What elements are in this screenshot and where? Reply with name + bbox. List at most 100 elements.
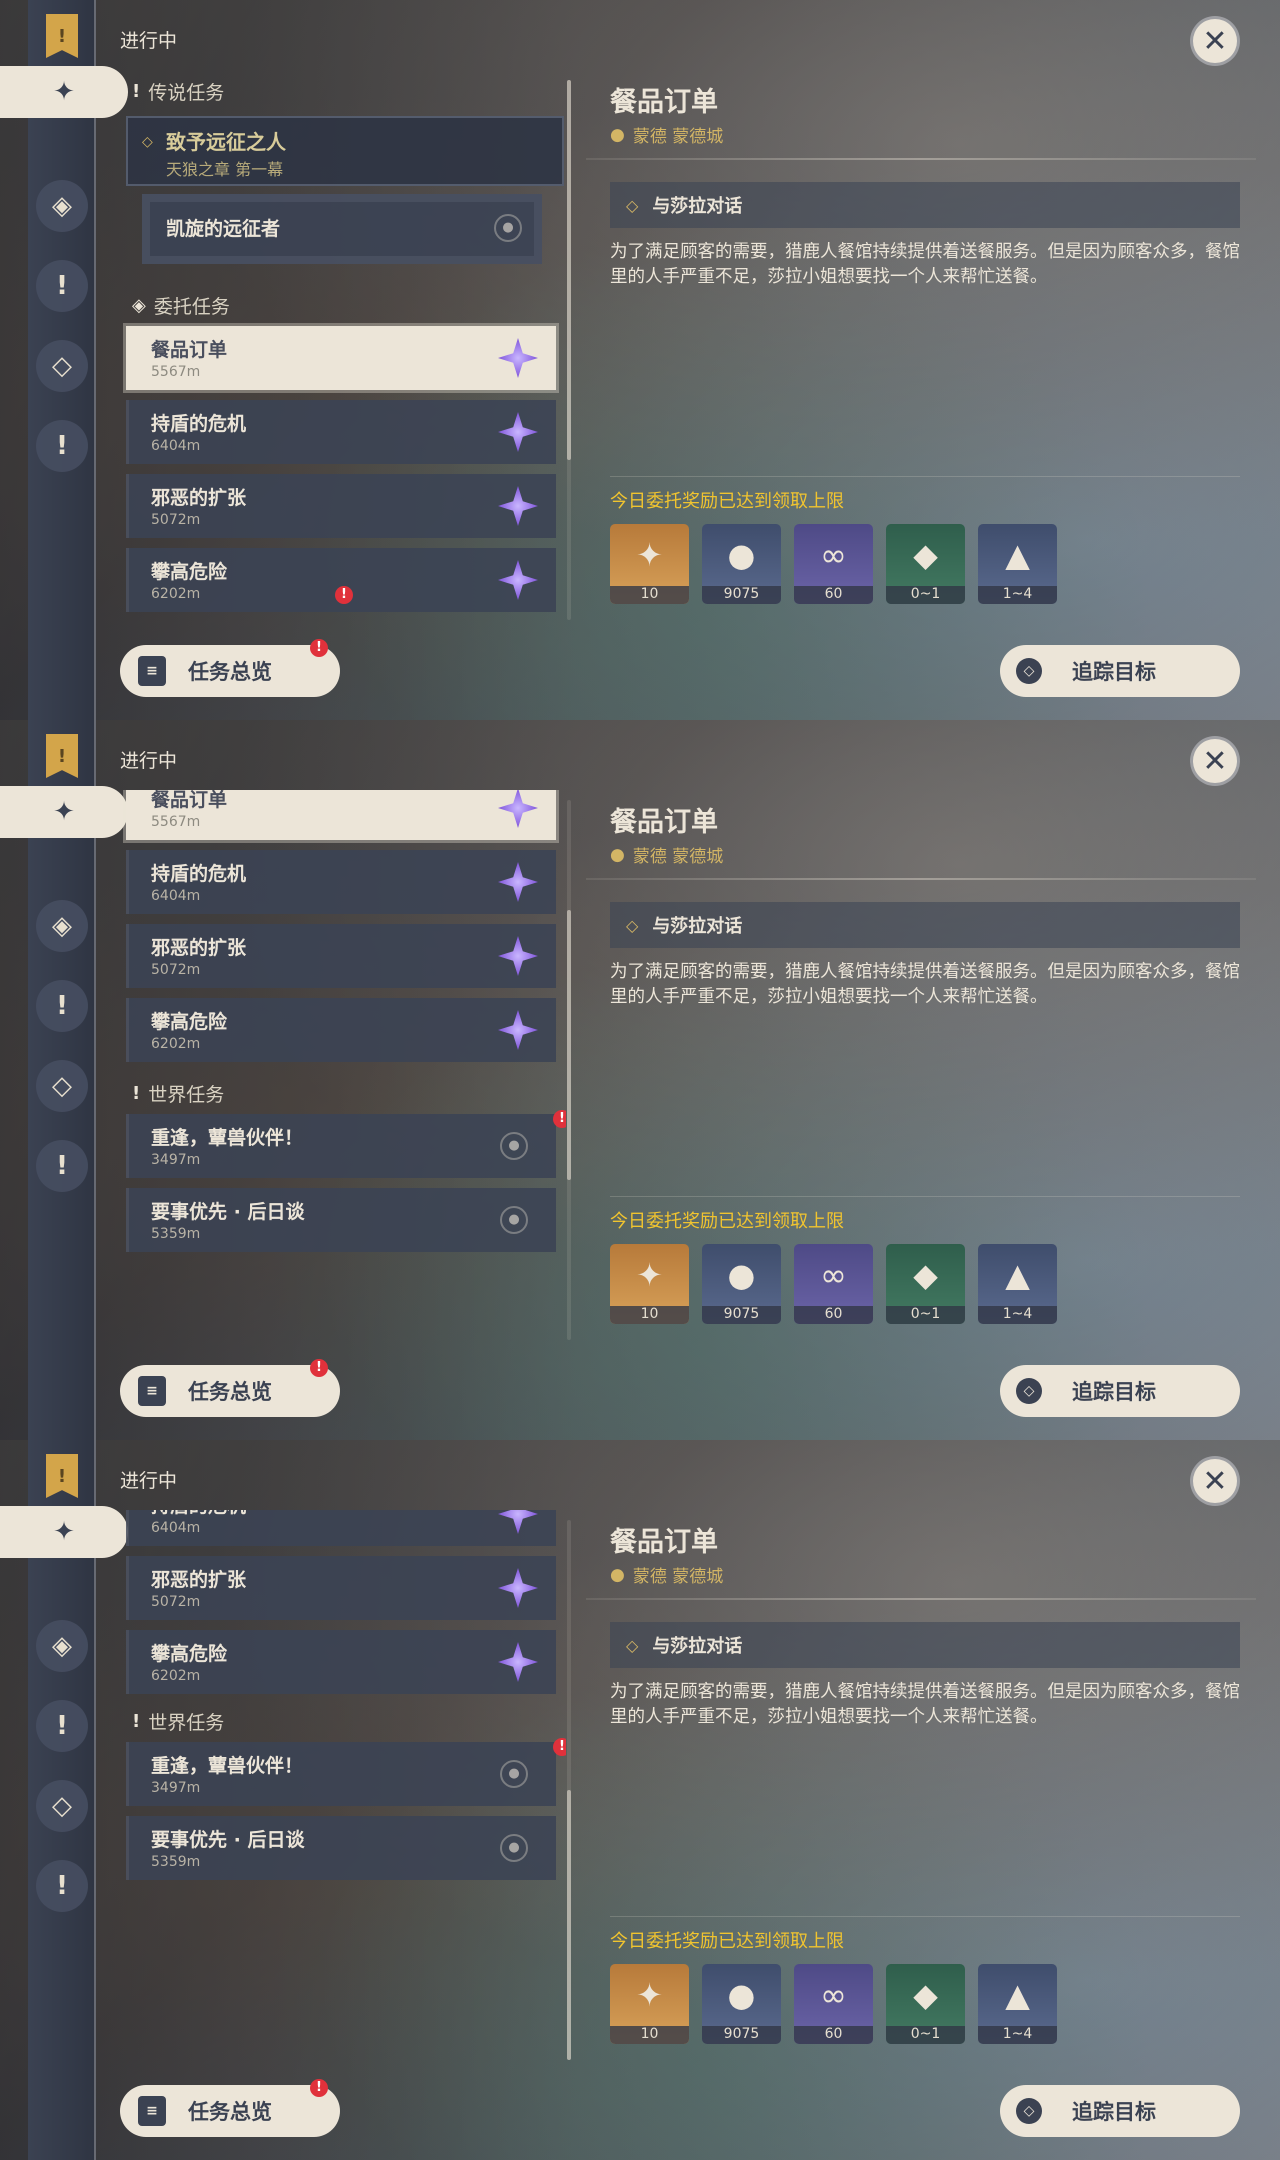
quest-item[interactable]: 持盾的危机 6404m <box>126 850 556 914</box>
close-button[interactable]: ✕ <box>1190 1456 1240 1506</box>
quest-item[interactable]: 重逢，蕈兽伙伴！ 3497m ● ! <box>126 1110 566 1178</box>
nav-archon-quests[interactable]: ◈ <box>36 900 88 952</box>
quest-item[interactable]: 持盾的危机 6404m <box>126 400 556 464</box>
category-world: ! 世界任务 <box>132 1708 224 1735</box>
quest-distance: 5072m <box>151 512 201 528</box>
quest-item[interactable]: 邪恶的扩张 5072m <box>126 474 556 538</box>
reward-companionship[interactable]: ∞ 60 <box>794 1964 873 2044</box>
commission-star-icon <box>498 486 538 526</box>
location-pin-icon: ● <box>500 1834 528 1862</box>
in-progress-label: 进行中 <box>120 750 178 772</box>
track-button[interactable]: ◇ 追踪目标 <box>1000 645 1240 697</box>
quest-item[interactable]: 攀高危险 6202m ! <box>126 548 556 612</box>
reward-companionship[interactable]: ∞ 60 <box>794 1244 873 1324</box>
reward-mora[interactable]: ● 9075 <box>702 524 781 604</box>
in-progress-label: 进行中 <box>120 30 178 52</box>
commission-category-icon: ◈ <box>132 295 146 316</box>
quest-list[interactable]: 餐品订单 5567m 持盾的危机 6404m 邪恶的扩张 5072m 攀高危险 … <box>118 790 566 1335</box>
location-pin-icon: ● <box>500 1206 528 1234</box>
quest-list[interactable]: ! 传说任务 ◇ 致予远征之人 天狼之章 第一幕 凯旋的远征者 ● ◈ 委托任务… <box>118 70 566 615</box>
reward-crystal-cluster[interactable]: ▲ 1~4 <box>978 1244 1057 1324</box>
category-world-label: 世界任务 <box>148 1084 225 1106</box>
nav-all-quests[interactable]: ✦ <box>0 786 128 838</box>
quest-item-selected[interactable]: 餐品订单 5567m <box>126 326 556 390</box>
reward-qty: 0~1 <box>886 586 965 604</box>
world-category-icon: ! <box>132 1083 141 1104</box>
quest-list-scrollbar[interactable] <box>567 1520 571 2060</box>
legend-subquest-title: 凯旋的远征者 <box>166 218 281 240</box>
quest-item[interactable]: 持盾的危机 6404m <box>126 1510 556 1546</box>
notification-badge: ! <box>553 1110 566 1128</box>
notification-badge: ! <box>310 1359 328 1377</box>
quest-overview-button[interactable]: ≡ 任务总览 ! <box>120 1359 340 1417</box>
quest-detail: 餐品订单 ● 蒙德 蒙德城 ◇ 与莎拉对话 为了满足顾客的需要，猎鹿人餐馆持续提供着… <box>586 1440 1256 2160</box>
close-icon: ✕ <box>1202 23 1228 59</box>
companionship-exp-icon: ∞ <box>820 536 847 574</box>
quest-overview-button[interactable]: ≡ 任务总览 ! <box>120 639 340 697</box>
quest-item[interactable]: 攀高危险 6202m <box>126 1630 556 1694</box>
nav-commissions[interactable]: ◇ <box>36 340 88 392</box>
category-legend-label: 传说任务 <box>148 82 225 104</box>
quest-detail: 餐品订单 ● 蒙德 蒙德城 ◇ 与莎拉对话 为了满足顾客的需要，猎鹿人餐馆持续提供着… <box>586 0 1256 720</box>
reward-mora[interactable]: ● 9075 <box>702 1964 781 2044</box>
close-button[interactable]: ✕ <box>1190 736 1240 786</box>
nav-commissions[interactable]: ◇ <box>36 1060 88 1112</box>
track-button[interactable]: ◇ 追踪目标 <box>1000 1365 1240 1417</box>
detail-objective-label: 与莎拉对话 <box>652 1636 743 1657</box>
quest-title: 重逢，蕈兽伙伴！ <box>151 1127 304 1149</box>
nav-legend-quests[interactable]: ! <box>36 1700 88 1752</box>
quest-book-icon: ≡ <box>138 2096 166 2126</box>
quest-item[interactable]: 攀高危险 6202m <box>126 998 556 1062</box>
reward-crystal-chunk[interactable]: ◆ 0~1 <box>886 1964 965 2044</box>
nav-legend-quests[interactable]: ! <box>36 260 88 312</box>
scroll-thumb[interactable] <box>567 910 571 1180</box>
legend-subquest-card[interactable]: 凯旋的远征者 ● <box>142 194 542 264</box>
reward-primogem[interactable]: ✦ 10 <box>610 1244 689 1324</box>
location-pin-icon: ● <box>610 844 625 865</box>
quest-item[interactable]: 邪恶的扩张 5072m <box>126 924 556 988</box>
quest-item-selected[interactable]: 餐品订单 5567m <box>126 790 556 840</box>
close-icon: ✕ <box>1202 743 1228 779</box>
reward-crystal-chunk[interactable]: ◆ 0~1 <box>886 524 965 604</box>
reward-mora[interactable]: ● 9075 <box>702 1244 781 1324</box>
nav-all-quests[interactable]: ✦ <box>0 1506 128 1558</box>
nav-archon-quests[interactable]: ◈ <box>36 1620 88 1672</box>
nav-commissions[interactable]: ◇ <box>36 1780 88 1832</box>
reward-crystal-cluster[interactable]: ▲ 1~4 <box>978 524 1057 604</box>
scroll-thumb[interactable] <box>567 1790 571 2060</box>
quest-item[interactable]: 要事优先 · 后日谈 5359m ● <box>126 1816 556 1880</box>
quest-list-scrollbar[interactable] <box>567 80 571 620</box>
scroll-thumb[interactable] <box>567 80 571 460</box>
close-button[interactable]: ✕ <box>1190 16 1240 66</box>
quest-list[interactable]: 持盾的危机 6404m 邪恶的扩张 5072m 攀高危险 6202m ! 世界任… <box>118 1510 566 2055</box>
location-pin-icon: ● <box>610 124 625 145</box>
quest-item[interactable]: 重逢，蕈兽伙伴！ 3497m ● ! <box>126 1738 566 1806</box>
quest-list-scrollbar[interactable] <box>567 800 571 1340</box>
quest-item[interactable]: 邪恶的扩张 5072m <box>126 1556 556 1620</box>
track-button[interactable]: ◇ 追踪目标 <box>1000 2085 1240 2137</box>
quest-distance: 6404m <box>151 1520 201 1536</box>
objective-diamond-icon: ◇ <box>626 195 639 215</box>
category-world-label: 世界任务 <box>148 1712 225 1734</box>
quest-distance: 6404m <box>151 888 201 904</box>
nav-world-quests[interactable]: ! <box>36 1860 88 1912</box>
nav-legend-quests[interactable]: ! <box>36 980 88 1032</box>
nav-all-quests[interactable]: ✦ <box>0 66 128 118</box>
reward-crystal-chunk[interactable]: ◆ 0~1 <box>886 1244 965 1324</box>
detail-location: ● 蒙德 蒙德城 <box>610 122 723 148</box>
reward-primogem[interactable]: ✦ 10 <box>610 1964 689 2044</box>
quest-overview-button[interactable]: ≡ 任务总览 ! <box>120 2079 340 2137</box>
reward-companionship[interactable]: ∞ 60 <box>794 524 873 604</box>
notification-badge: ! <box>553 1738 566 1756</box>
legend-quest-card[interactable]: ◇ 致予远征之人 天狼之章 第一幕 <box>126 116 564 186</box>
quest-category-nav: ! ✦ ◈ ! ◇ ! <box>0 1440 128 2160</box>
nav-world-quests[interactable]: ! <box>36 1140 88 1192</box>
nav-world-quests[interactable]: ! <box>36 420 88 472</box>
reward-list: ✦ 10 ● 9075 ∞ 60 ◆ 0~1 ▲ 1~4 <box>610 1964 1057 2044</box>
reward-primogem[interactable]: ✦ 10 <box>610 524 689 604</box>
quest-item[interactable]: 要事优先 · 后日谈 5359m ● <box>126 1188 556 1252</box>
reward-crystal-cluster[interactable]: ▲ 1~4 <box>978 1964 1057 2044</box>
nav-archon-quests[interactable]: ◈ <box>36 180 88 232</box>
commission-star-icon <box>498 338 538 378</box>
track-diamond-icon: ◇ <box>1016 1378 1042 1404</box>
